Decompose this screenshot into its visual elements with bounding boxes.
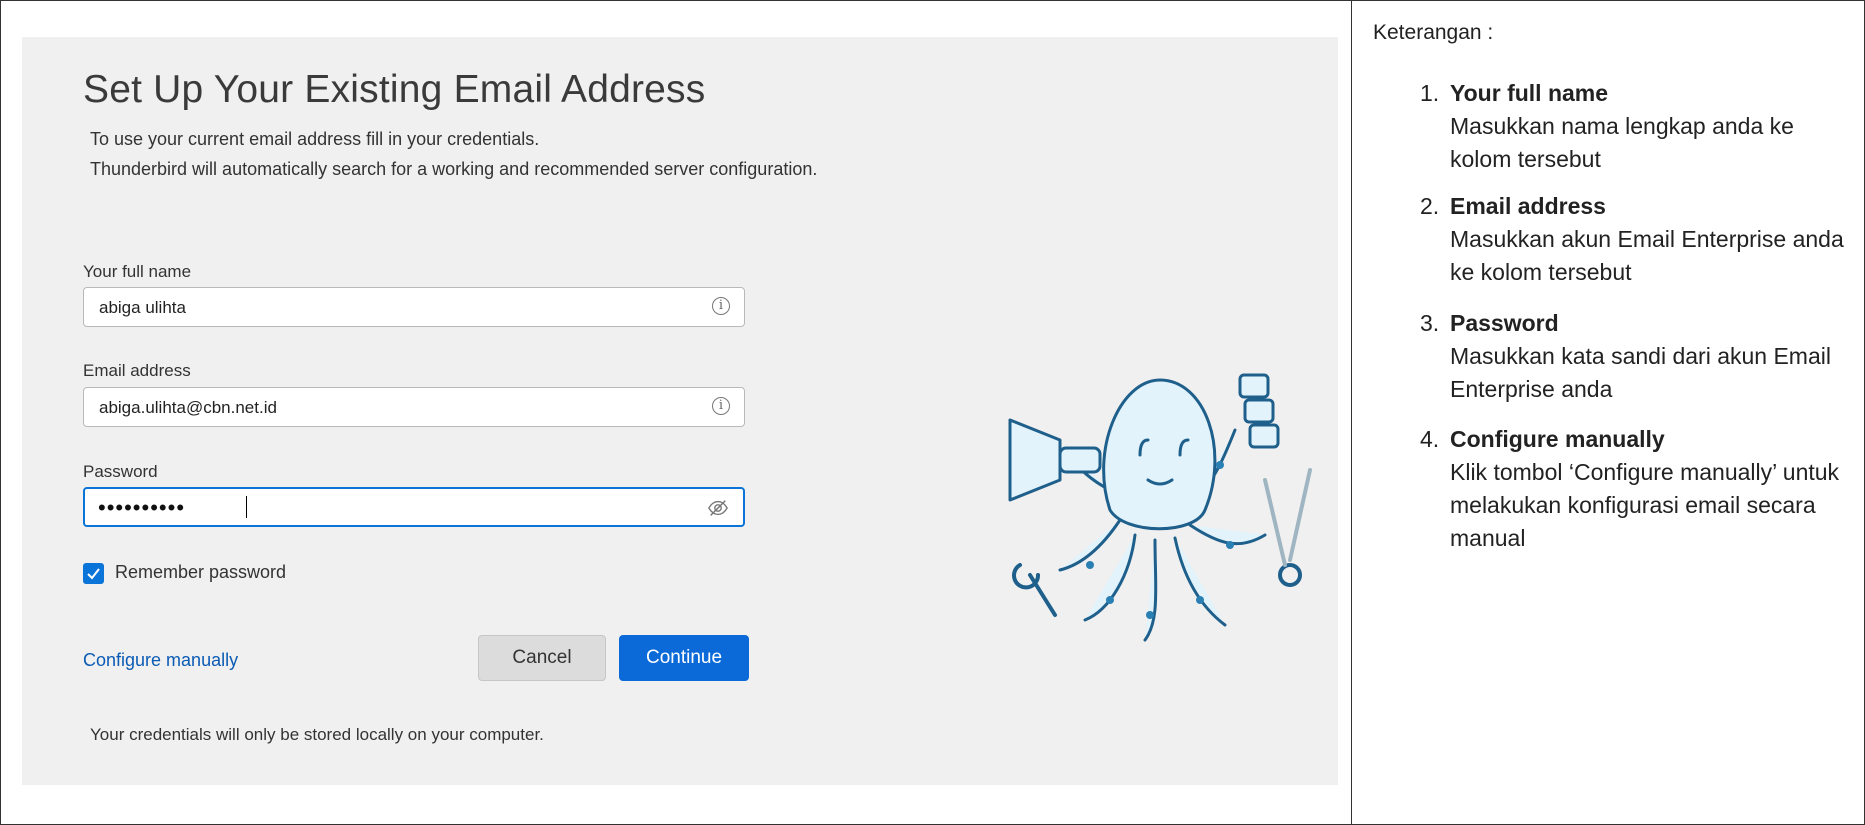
- email-label: Email address: [83, 361, 191, 380]
- email-value: abiga.ulihta@cbn.net.id: [99, 398, 277, 417]
- instruction-description: Masukkan kata sandi dari akun Email Ente…: [1450, 343, 1831, 402]
- dialog-title: Set Up Your Existing Email Address: [83, 68, 706, 111]
- dialog-description-line1: To use your current email address fill i…: [90, 129, 540, 149]
- password-label: Password: [83, 462, 158, 481]
- password-value: ••••••••••: [98, 495, 186, 520]
- remember-password-checkbox[interactable]: [83, 563, 104, 584]
- continue-button[interactable]: Continue: [619, 635, 749, 681]
- instructions-heading: Keterangan :: [1373, 21, 1494, 44]
- instruction-number: 1.: [1420, 80, 1440, 106]
- fullname-label: Your full name: [83, 262, 192, 281]
- instruction-title: Your full name: [1450, 80, 1609, 106]
- info-icon[interactable]: [712, 397, 730, 415]
- configure-manually-link[interactable]: Configure manually: [83, 650, 238, 671]
- info-icon[interactable]: [712, 297, 730, 315]
- instruction-description: Masukkan akun Email Enterprise anda ke k…: [1450, 226, 1844, 285]
- instruction-number: 4.: [1420, 426, 1440, 452]
- cancel-button[interactable]: Cancel: [478, 635, 606, 681]
- credentials-footnote: Your credentials will only be stored loc…: [90, 725, 544, 744]
- remember-password-label[interactable]: Remember password: [115, 562, 286, 583]
- eye-slash-icon[interactable]: [707, 497, 729, 519]
- instruction-title: Password: [1450, 310, 1559, 336]
- instruction-title: Configure manually: [1450, 426, 1665, 452]
- dialog-description-line2: Thunderbird will automatically search fo…: [90, 159, 818, 179]
- fullname-field[interactable]: abiga ulihta: [83, 287, 745, 327]
- instruction-number: 2.: [1420, 193, 1440, 219]
- password-field[interactable]: ••••••••••: [83, 487, 745, 527]
- octopus-mascot-icon: [1008, 373, 1312, 642]
- check-icon: [87, 568, 100, 580]
- instruction-description: Masukkan nama lengkap anda ke kolom ters…: [1450, 113, 1794, 172]
- instruction-description: Klik tombol ‘Configure manually’ untuk m…: [1450, 459, 1840, 551]
- instruction-title: Email address: [1450, 193, 1606, 219]
- text-caret: [246, 496, 247, 518]
- fullname-value: abiga ulihta: [99, 298, 186, 317]
- column-divider: [1351, 0, 1352, 825]
- email-field[interactable]: abiga.ulihta@cbn.net.id: [83, 387, 745, 427]
- instruction-number: 3.: [1420, 310, 1440, 336]
